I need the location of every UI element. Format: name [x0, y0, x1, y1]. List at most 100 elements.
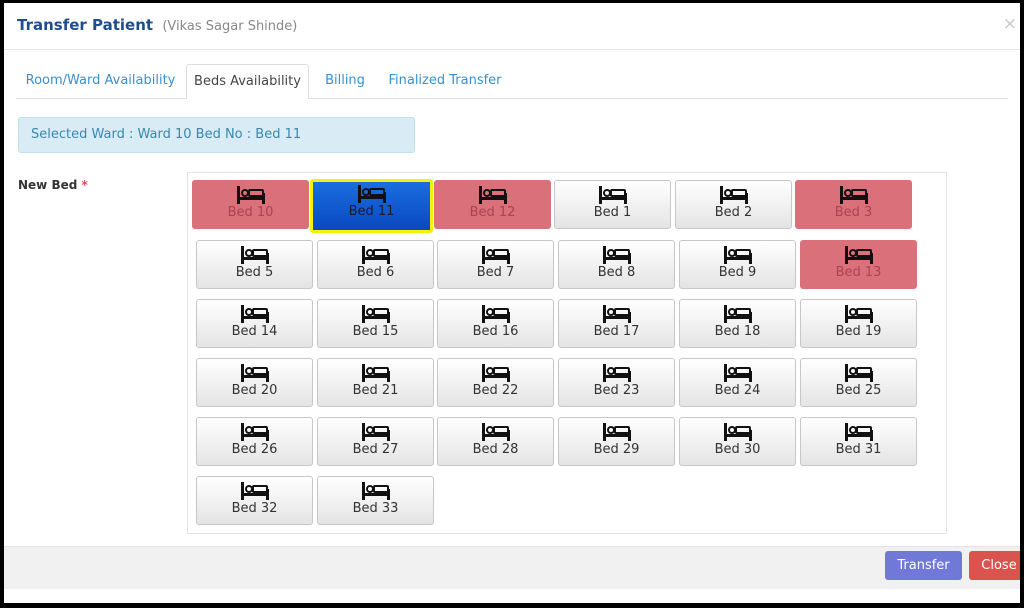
bed-button-bed-21[interactable]: Bed 21	[317, 358, 434, 407]
bed-button-bed-1[interactable]: Bed 1	[554, 180, 671, 229]
bed-label: Bed 9	[718, 265, 757, 280]
tab-room-ward-availability[interactable]: Room/Ward Availability	[17, 64, 184, 98]
bed-icon	[680, 304, 795, 324]
tab-beds-availability[interactable]: Beds Availability	[186, 64, 309, 99]
bed-icon	[197, 304, 312, 324]
tab-billing[interactable]: Billing	[314, 64, 376, 98]
bed-button-bed-6[interactable]: Bed 6	[317, 240, 434, 289]
bed-icon	[438, 304, 553, 324]
bed-button-bed-16[interactable]: Bed 16	[437, 299, 554, 348]
bed-label: Bed 31	[835, 442, 882, 457]
bed-icon	[801, 363, 916, 383]
dialog-title: Transfer Patient (Vikas Sagar Shinde)	[17, 16, 297, 34]
bed-button-bed-33[interactable]: Bed 33	[317, 476, 434, 525]
bed-button-bed-9[interactable]: Bed 9	[679, 240, 796, 289]
bed-icon	[555, 185, 670, 205]
bed-button-bed-8[interactable]: Bed 8	[558, 240, 675, 289]
bed-label: Bed 7	[476, 265, 515, 280]
bed-label: Bed 12	[469, 205, 516, 220]
bed-button-bed-32[interactable]: Bed 32	[196, 476, 313, 525]
bed-grid: Bed 10 Bed 11 Bed 12 Bed 1 Bed 2 Bed 3 Bed 5 Be…	[187, 172, 947, 534]
bed-button-bed-10[interactable]: Bed 10	[192, 180, 309, 229]
bed-icon	[438, 422, 553, 442]
bed-label: Bed 25	[835, 383, 882, 398]
bed-label: Bed 28	[472, 442, 519, 457]
close-icon[interactable]: ×	[1003, 14, 1017, 34]
bed-button-bed-15[interactable]: Bed 15	[317, 299, 434, 348]
bed-button-bed-25[interactable]: Bed 25	[800, 358, 917, 407]
selected-ward-info: Selected Ward : Ward 10 Bed No : Bed 11	[18, 117, 415, 153]
bed-button-bed-3[interactable]: Bed 3	[795, 180, 912, 229]
bed-button-bed-31[interactable]: Bed 31	[800, 417, 917, 466]
bed-label: Bed 17	[593, 324, 640, 339]
bed-button-bed-22[interactable]: Bed 22	[437, 358, 554, 407]
bed-label: Bed 15	[352, 324, 399, 339]
bed-button-bed-29[interactable]: Bed 29	[558, 417, 675, 466]
dialog-header: Transfer Patient (Vikas Sagar Shinde) ×	[4, 3, 1020, 50]
bed-button-bed-14[interactable]: Bed 14	[196, 299, 313, 348]
dialog-footer	[4, 546, 1020, 589]
bed-icon	[559, 245, 674, 265]
bed-icon	[318, 245, 433, 265]
bed-label: Bed 14	[231, 324, 278, 339]
bed-icon	[318, 422, 433, 442]
tab-finalized-transfer[interactable]: Finalized Transfer	[381, 64, 509, 98]
bed-label: Bed 22	[472, 383, 519, 398]
bed-button-bed-11[interactable]: Bed 11	[310, 179, 433, 233]
bed-button-bed-5[interactable]: Bed 5	[196, 240, 313, 289]
bed-button-bed-20[interactable]: Bed 20	[196, 358, 313, 407]
bed-button-bed-23[interactable]: Bed 23	[558, 358, 675, 407]
tab-bar: Room/Ward Availability Beds Availability…	[16, 64, 1008, 99]
bed-icon	[193, 185, 308, 205]
bed-label: Bed 20	[231, 383, 278, 398]
bed-label: Bed 30	[714, 442, 761, 457]
bed-label: Bed 8	[597, 265, 636, 280]
bed-icon	[680, 245, 795, 265]
bed-icon	[559, 304, 674, 324]
bed-icon	[801, 304, 916, 324]
bed-label: Bed 10	[227, 205, 274, 220]
bed-button-bed-30[interactable]: Bed 30	[679, 417, 796, 466]
bed-icon	[559, 422, 674, 442]
bed-button-bed-13[interactable]: Bed 13	[800, 240, 917, 289]
required-marker: *	[81, 178, 88, 192]
bed-icon	[318, 304, 433, 324]
bed-label: Bed 27	[352, 442, 399, 457]
bed-button-bed-17[interactable]: Bed 17	[558, 299, 675, 348]
bed-button-bed-12[interactable]: Bed 12	[434, 180, 551, 229]
bed-icon	[197, 363, 312, 383]
bed-label: Bed 19	[835, 324, 882, 339]
bed-icon	[796, 185, 911, 205]
new-bed-label: New Bed *	[18, 178, 88, 192]
bed-icon	[801, 422, 916, 442]
bed-label: Bed 18	[714, 324, 761, 339]
bed-button-bed-2[interactable]: Bed 2	[675, 180, 792, 229]
bed-icon	[197, 481, 312, 501]
bed-label: Bed 6	[356, 265, 395, 280]
bed-label: Bed 33	[352, 501, 399, 516]
bed-label: Bed 32	[231, 501, 278, 516]
bed-label: Bed 13	[835, 265, 882, 280]
bed-icon	[318, 363, 433, 383]
bed-button-bed-19[interactable]: Bed 19	[800, 299, 917, 348]
bed-icon	[435, 185, 550, 205]
bed-button-bed-18[interactable]: Bed 18	[679, 299, 796, 348]
bed-label: Bed 5	[235, 265, 274, 280]
bed-icon	[680, 363, 795, 383]
bed-button-bed-27[interactable]: Bed 27	[317, 417, 434, 466]
close-button[interactable]: Close	[969, 551, 1020, 580]
transfer-button[interactable]: Transfer	[885, 551, 962, 580]
bed-button-bed-28[interactable]: Bed 28	[437, 417, 554, 466]
bed-button-bed-24[interactable]: Bed 24	[679, 358, 796, 407]
bed-label: Bed 24	[714, 383, 761, 398]
bed-label: Bed 1	[593, 205, 632, 220]
bed-button-bed-26[interactable]: Bed 26	[196, 417, 313, 466]
bed-label: Bed 2	[714, 205, 753, 220]
bed-icon	[801, 245, 916, 265]
bed-label: Bed 29	[593, 442, 640, 457]
bed-button-bed-7[interactable]: Bed 7	[437, 240, 554, 289]
bed-label: Bed 3	[834, 205, 873, 220]
bed-icon	[313, 184, 430, 204]
dialog-title-text: Transfer Patient	[17, 16, 154, 34]
bed-icon	[197, 422, 312, 442]
